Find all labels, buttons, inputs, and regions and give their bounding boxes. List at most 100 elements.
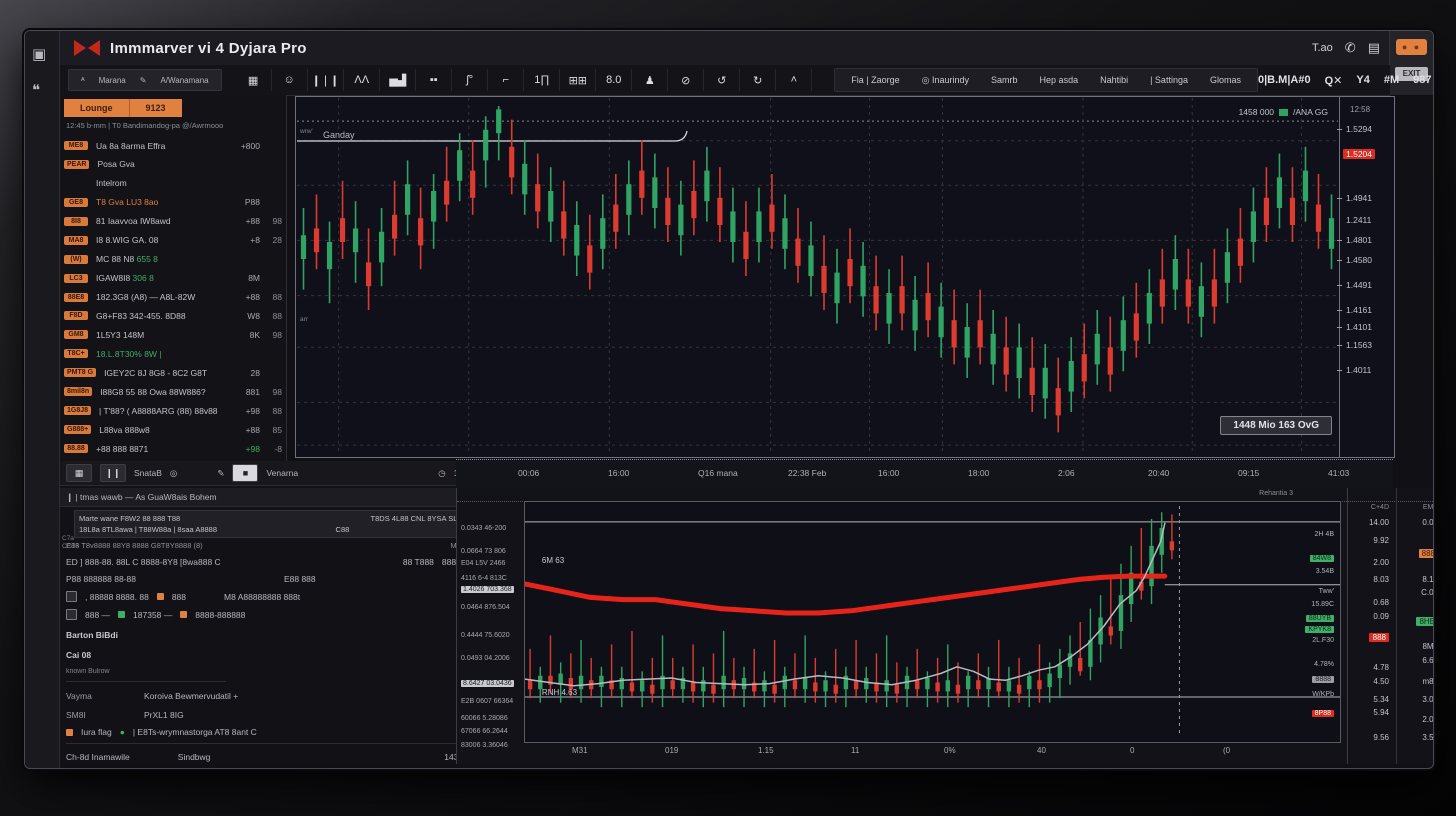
price-tick-label: 1.1563: [1346, 340, 1372, 350]
bottom-x-axis[interactable]: M310191.15110%400(0: [524, 744, 1339, 760]
time-tick-label: 0: [1130, 746, 1134, 755]
chat-icon[interactable]: ❝: [32, 81, 40, 99]
quote-cell: C.08: [1421, 588, 1434, 597]
caret-icon[interactable]: ˄: [776, 69, 812, 91]
menu-item-3[interactable]: Hep asda: [1040, 75, 1079, 85]
menu-item-6[interactable]: Glomas: [1210, 75, 1241, 85]
layers-icon[interactable]: ❙❙: [100, 464, 126, 482]
grid-icon[interactable]: ▦: [66, 464, 92, 482]
order-row[interactable]: P88 888888 88-88E88 88888: [60, 574, 481, 584]
printer-icon[interactable]: ▣: [32, 45, 46, 63]
time-tick-label: 11: [851, 746, 859, 755]
market-row[interactable]: (W)MC 88 N8 655 8: [60, 251, 286, 268]
menu-item-2[interactable]: Samrb: [991, 75, 1018, 85]
pen-icon[interactable]: ✎: [217, 468, 224, 479]
market-row[interactable]: F8DG8+F83 342-455. 8D88W888: [60, 307, 286, 324]
market-row[interactable]: T8C+18.L.8T30% 8W |: [60, 345, 286, 362]
quote-column[interactable]: EMB0.088888.10C.088HB8M96.65m883.082.003…: [1396, 488, 1434, 764]
symbol-badge: PEAR: [64, 160, 89, 169]
market-row[interactable]: 88E8182.3G8 (A8) — A8L-82W+8888: [60, 289, 286, 306]
status-dot-icon: ●: [120, 727, 125, 737]
price-tick-label: 1.4801: [1346, 235, 1372, 245]
square-button[interactable]: ■: [232, 464, 258, 482]
chart-mode-icon[interactable]: #M: [1384, 74, 1399, 86]
phone-icon[interactable]: ✆: [1345, 40, 1356, 56]
symbol-name: Ua 8a 8arma Effra: [96, 141, 232, 151]
quote-value: +8: [232, 235, 260, 245]
menu-item-1[interactable]: ◎ Inaurindy: [922, 75, 969, 86]
left-dock: ▣ ❝: [25, 31, 60, 768]
account-box[interactable]: ᴬ Marana ✎ A/Wanamana: [68, 69, 222, 91]
line-study-icon[interactable]: 1∏: [524, 69, 560, 91]
quote-value: +98: [232, 444, 260, 454]
redo-icon[interactable]: ↻: [740, 69, 776, 91]
menu-item-4[interactable]: Nahtibi: [1100, 75, 1128, 85]
time-axis[interactable]: 00:0616:00Q16 mana22:38 Feb16:0018:002:0…: [456, 459, 1393, 490]
null-icon[interactable]: ⊘: [668, 69, 704, 91]
candlestick-icon[interactable]: ❙❘❙: [308, 69, 345, 91]
tab-9123[interactable]: 9123: [129, 99, 182, 117]
market-row[interactable]: 8I881 Iaavvoa IW8awd+8898: [60, 213, 286, 230]
dots-icon[interactable]: ▪▪: [416, 69, 452, 91]
market-row[interactable]: GE8T8 Gva LU3 8aoP88: [60, 194, 286, 211]
market-row[interactable]: PMT8 GIGEY2C 8J 8G8 - 8C2 G8T28: [60, 364, 286, 381]
quote-cell: 3.56: [1422, 733, 1434, 742]
window-control-button[interactable]: ● ●: [1396, 39, 1427, 55]
quote-cell: 9.92: [1373, 536, 1389, 545]
market-row[interactable]: LC3IGAW8I8 306 88M: [60, 270, 286, 287]
corner-icon[interactable]: ⌐: [488, 69, 524, 91]
market-row[interactable]: 1G8J8| T'88? ( A8888ARG (88) 88v88+9888: [60, 402, 286, 419]
menu-item-5[interactable]: | Sattinga: [1150, 75, 1188, 85]
time-tick-label: 18:00: [968, 468, 989, 478]
symbol-badge: PMT8 G: [64, 368, 96, 377]
symbol-name: 81 Iaavvoa IW8awd: [96, 216, 232, 226]
decimal-icon[interactable]: 8.0: [596, 69, 632, 91]
menu-item-0[interactable]: Fia | Zaorge: [851, 75, 899, 85]
market-row[interactable]: 88.88+88 888 8871+98-8: [60, 440, 286, 457]
note-row[interactable]: Iura flag ● | E8Ts-wrymnastorga AT8 8ant…: [60, 727, 481, 737]
status-dot-icon: [118, 611, 125, 618]
market-row[interactable]: GM81L5Y3 148M8K98: [60, 326, 286, 343]
market-row[interactable]: 8mil8nI88G8 55 88 Owa 88W886?88198: [60, 383, 286, 400]
undo-icon[interactable]: ↺: [704, 69, 740, 91]
stamp-icon[interactable]: ♟: [632, 69, 668, 91]
checkbox-icon[interactable]: [66, 591, 77, 602]
peaks-icon[interactable]: ΛΛ: [344, 69, 380, 91]
price-axis[interactable]: 12:58 1.52941.52041.49411.48011.24111.45…: [1339, 97, 1393, 457]
symbol-badge: ME8: [64, 141, 88, 150]
symbol-badge: 8mil8n: [64, 387, 92, 396]
quote-column[interactable]: C+4D14.009.922.008.030.680.098884.784.50…: [1348, 488, 1395, 764]
order-row[interactable]: 888 — 187358 — 8888-888888: [60, 609, 481, 620]
divider: [66, 743, 475, 744]
circle-icon[interactable]: ◎: [170, 468, 177, 479]
market-row[interactable]: PEAR Posa Gva: [60, 156, 286, 173]
candlestick-plot[interactable]: [297, 98, 1338, 454]
symbol-name: Posa Gva: [97, 159, 232, 169]
order-row[interactable]: ED ] 888-88. 88L C 8888-8Y8 [8wa888 C88 …: [60, 557, 481, 567]
search-icon[interactable]: Q✕: [1325, 74, 1343, 87]
terminal-band[interactable]: ❙ | tmas wawb — As GuaW8ais Bohem: [60, 488, 481, 507]
section-subtitle: known Bulrow: [60, 668, 481, 675]
terminal-panel: C7aCCT8 ▦ ❙❙ SnataB ◎ ✎ ■ Venarna ◷ 12:5…: [60, 461, 482, 764]
grid-plus-icon[interactable]: ⊞⊞: [560, 69, 596, 91]
quote-cell: 4.78: [1373, 663, 1389, 672]
bars-icon[interactable]: ▅▟: [380, 69, 416, 91]
branch-icon[interactable]: Y4: [1356, 74, 1369, 86]
market-row[interactable]: G888+L88va 888w8+8885: [60, 421, 286, 438]
symbol-badge: (W): [64, 255, 88, 264]
zigzag-icon[interactable]: ʃ°: [452, 69, 488, 91]
order-row[interactable]: , 88888 8888. 88 888 M8 A88888888 888t: [60, 591, 481, 602]
terminal-mid-label[interactable]: Venarna: [266, 468, 298, 478]
monitor-icon[interactable]: ▤: [1368, 40, 1380, 56]
checkbox-icon[interactable]: [66, 609, 77, 620]
terminal-tab-label[interactable]: SnataB: [134, 468, 162, 478]
tab-lounge[interactable]: Lounge: [64, 99, 129, 117]
market-row[interactable]: Intelrom: [60, 175, 286, 192]
calendar-grid-icon[interactable]: ▦: [236, 69, 272, 91]
market-row[interactable]: MA8I8 8.WIG GA. 08+828: [60, 232, 286, 249]
smiley-icon[interactable]: ☺: [272, 69, 308, 91]
symbol-badge: GE8: [64, 198, 88, 207]
bottom-left-axis[interactable]: 0.0343 46-2000.0664 73 806E04 L5V 246641…: [459, 501, 523, 741]
market-row[interactable]: ME8Ua 8a 8arma Effra+800: [60, 137, 286, 154]
indicator-plot[interactable]: [525, 502, 1340, 742]
